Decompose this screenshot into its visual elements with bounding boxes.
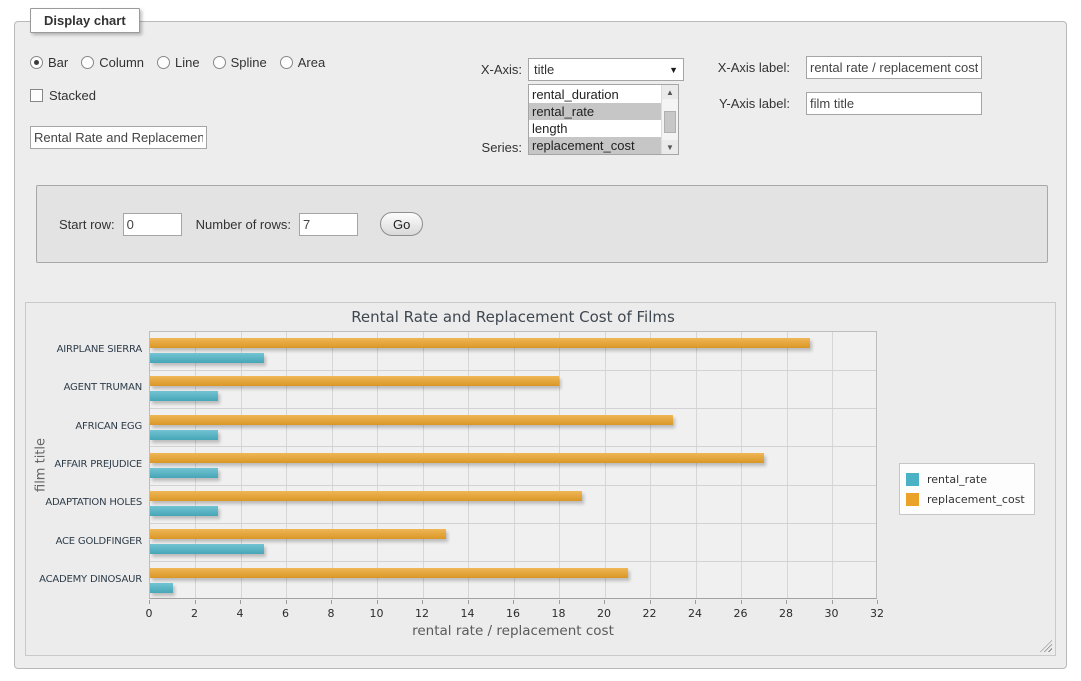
series-multiselect[interactable]: rental_durationrental_ratelengthreplacem… (528, 84, 679, 155)
series-option-length[interactable]: length (529, 120, 661, 137)
x-tick-label: 2 (180, 607, 210, 620)
series-option-replacement_cost[interactable]: replacement_cost (529, 137, 661, 154)
chart-type-column[interactable]: Column (81, 55, 144, 70)
x-tick-label: 14 (453, 607, 483, 620)
x-tick-label: 26 (726, 607, 756, 620)
start-row-input[interactable] (123, 213, 182, 236)
y-category-label: ADAPTATION HOLES (26, 497, 142, 508)
radio-icon-spline[interactable] (213, 56, 226, 69)
x-tick-label: 32 (862, 607, 892, 620)
x-tick-label: 6 (271, 607, 301, 620)
x-tick-label: 22 (635, 607, 665, 620)
x-tick-label: 8 (316, 607, 346, 620)
legend-swatch-replacement_cost (906, 493, 919, 506)
legend-swatch-rental_rate (906, 473, 919, 486)
y-category-label: AGENT TRUMAN (26, 382, 142, 393)
y-axis-label-input[interactable] (806, 92, 982, 115)
bar-rental_rate (150, 544, 264, 554)
series-options: rental_durationrental_ratelengthreplacem… (529, 85, 661, 154)
chart-type-label-area: Area (298, 55, 325, 70)
chart-type-spline[interactable]: Spline (213, 55, 267, 70)
legend-label-replacement_cost: replacement_cost (927, 493, 1025, 506)
x-tick-label: 28 (771, 607, 801, 620)
bar-replacement_cost (150, 568, 628, 578)
bar-rental_rate (150, 353, 264, 363)
chart-type-label-line: Line (175, 55, 200, 70)
rows-form: Start row: Number of rows: Go (36, 185, 1048, 263)
chart-type-label-bar: Bar (48, 55, 68, 70)
scroll-down-icon[interactable]: ▼ (662, 140, 678, 154)
x-tick-label: 30 (817, 607, 847, 620)
y-category-label: ACADEMY DINOSAUR (26, 574, 142, 585)
x-tick-label: 20 (589, 607, 619, 620)
x-axis-text-label: X-Axis label: (690, 60, 790, 75)
stacked-checkbox-icon[interactable] (30, 89, 43, 102)
bar-replacement_cost (150, 491, 582, 501)
chart-title: Rental Rate and Replacement Cost of Film… (149, 308, 877, 326)
x-tick-label: 10 (362, 607, 392, 620)
bar-rental_rate (150, 583, 173, 593)
stacked-label: Stacked (49, 88, 96, 103)
bar-rental_rate (150, 430, 218, 440)
chart-type-area[interactable]: Area (280, 55, 325, 70)
series-option-rental_rate[interactable]: rental_rate (529, 103, 661, 120)
y-category-label: AIRPLANE SIERRA (26, 344, 142, 355)
num-rows-input[interactable] (299, 213, 358, 236)
start-row-label: Start row: (59, 217, 115, 232)
y-category-label: AFRICAN EGG (26, 421, 142, 432)
x-tick-label: 0 (134, 607, 164, 620)
chart-x-axis-title: rental rate / replacement cost (149, 623, 877, 639)
radio-icon-area[interactable] (280, 56, 293, 69)
x-axis-select-label: X-Axis: (422, 62, 522, 77)
x-tick-label: 12 (407, 607, 437, 620)
bar-replacement_cost (150, 453, 764, 463)
radio-icon-line[interactable] (157, 56, 170, 69)
legend-label-rental_rate: rental_rate (927, 473, 987, 486)
legend-item-rental_rate: rental_rate (906, 469, 1025, 489)
bar-rental_rate (150, 506, 218, 516)
bar-replacement_cost (150, 529, 446, 539)
series-select-label: Series: (422, 140, 522, 155)
x-tick-label: 16 (498, 607, 528, 620)
bar-replacement_cost (150, 376, 559, 386)
bar-replacement_cost (150, 338, 810, 348)
chart-panel: Rental Rate and Replacement Cost of Film… (25, 302, 1056, 656)
chart-type-label-column: Column (99, 55, 144, 70)
radio-icon-bar[interactable] (30, 56, 43, 69)
y-category-label: AFFAIR PREJUDICE (26, 459, 142, 470)
stacked-checkbox-row[interactable]: Stacked (30, 88, 96, 103)
bar-rental_rate (150, 468, 218, 478)
series-option-rental_duration[interactable]: rental_duration (529, 86, 661, 103)
dropdown-arrow-icon: ▼ (669, 65, 678, 75)
fieldset-legend: Display chart (30, 8, 140, 33)
y-category-label: ACE GOLDFINGER (26, 536, 142, 547)
bar-rental_rate (150, 391, 218, 401)
chart-legend: rental_rate replacement_cost (899, 463, 1035, 515)
chart-title-input[interactable] (30, 126, 207, 149)
x-tick-label: 24 (680, 607, 710, 620)
bar-replacement_cost (150, 415, 673, 425)
page: Display chart Bar Column Line Spline Area St… (0, 0, 1081, 681)
num-rows-label: Number of rows: (196, 217, 291, 232)
x-tick-label: 18 (544, 607, 574, 620)
scrollbar-thumb[interactable] (664, 111, 676, 133)
radio-icon-column[interactable] (81, 56, 94, 69)
chart-type-radiogroup: Bar Column Line Spline Area (30, 55, 325, 70)
x-axis-selected-value: title (534, 62, 669, 77)
resize-handle-icon[interactable] (1040, 640, 1052, 652)
x-axis-select[interactable]: title ▼ (528, 58, 684, 81)
series-scrollbar[interactable]: ▲ ▼ (661, 85, 678, 154)
x-axis-label-input[interactable] (806, 56, 982, 79)
chart-type-line[interactable]: Line (157, 55, 200, 70)
legend-item-replacement_cost: replacement_cost (906, 489, 1025, 509)
chart-type-bar[interactable]: Bar (30, 55, 68, 70)
x-tick-label: 4 (225, 607, 255, 620)
chart-type-label-spline: Spline (231, 55, 267, 70)
scroll-up-icon[interactable]: ▲ (662, 85, 678, 99)
chart-grid (149, 331, 877, 599)
go-button[interactable]: Go (380, 212, 423, 236)
y-axis-text-label: Y-Axis label: (690, 96, 790, 111)
